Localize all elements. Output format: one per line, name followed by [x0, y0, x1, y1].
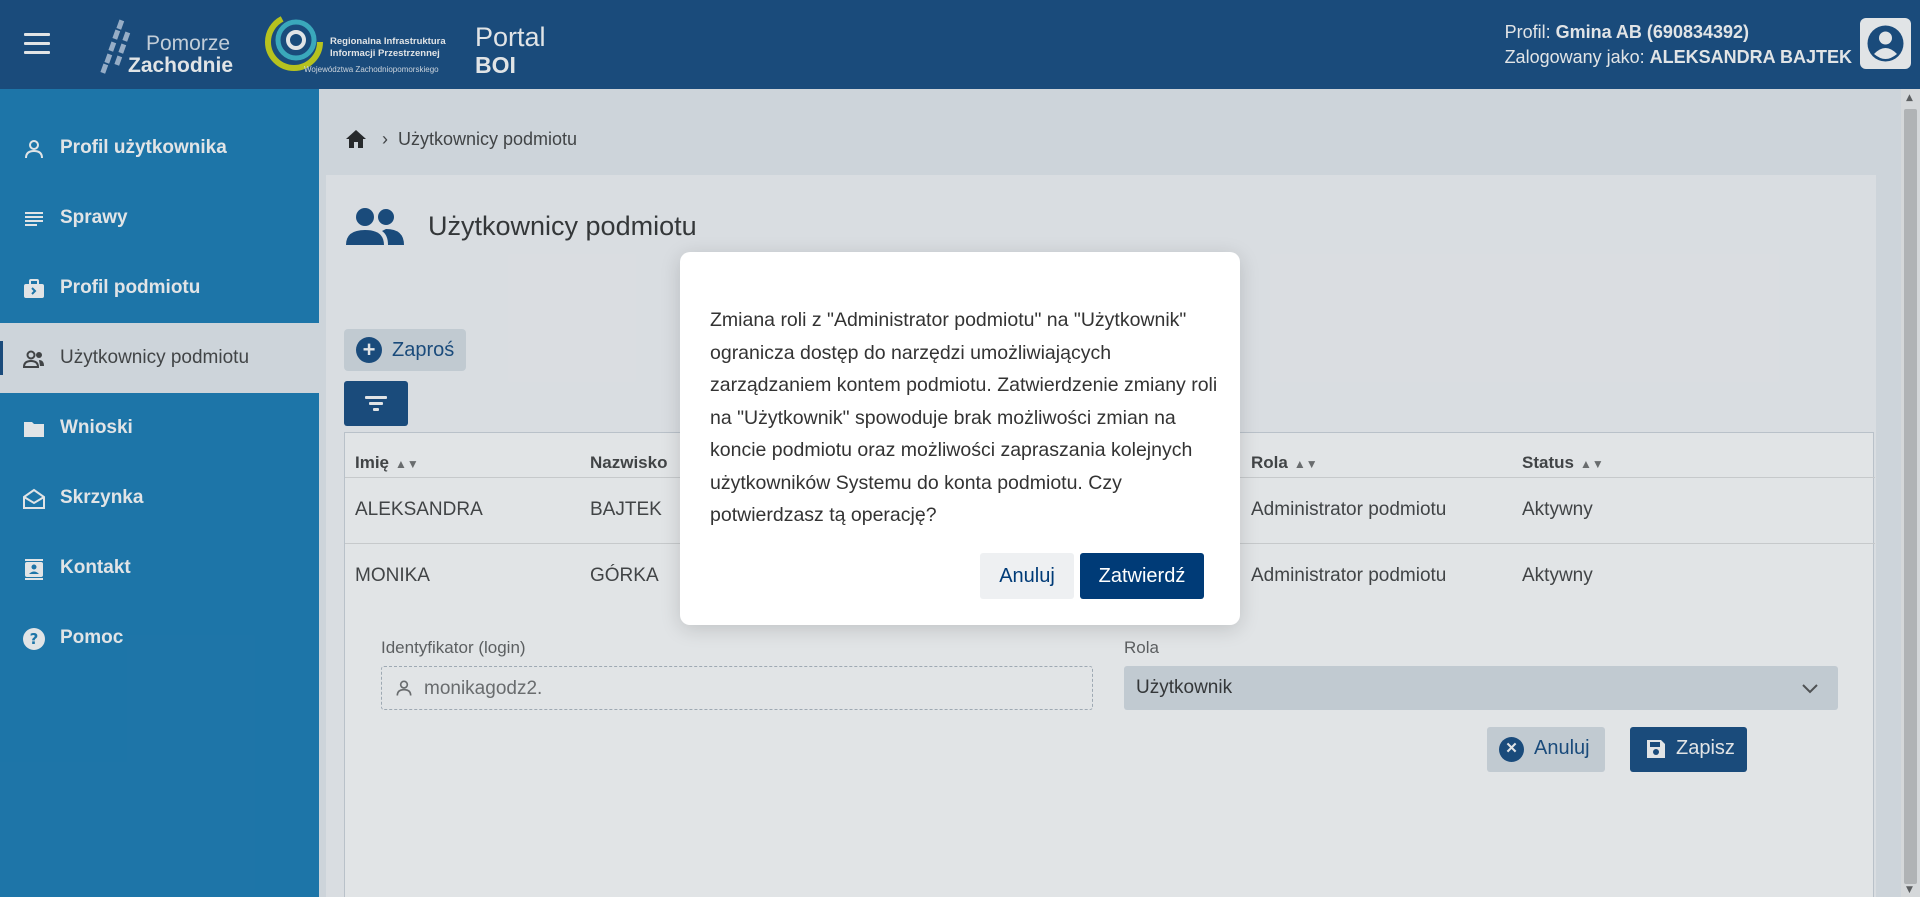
modal-overlay[interactable]: Zmiana roli z "Administrator podmiotu" n…: [0, 0, 1920, 897]
dialog-message: Zmiana roli z "Administrator podmiotu" n…: [710, 309, 1218, 526]
dialog-cancel-button[interactable]: Anuluj: [980, 553, 1074, 599]
confirm-role-change-dialog: Zmiana roli z "Administrator podmiotu" n…: [680, 252, 1240, 625]
dialog-confirm-button[interactable]: Zatwierdź: [1080, 553, 1204, 599]
